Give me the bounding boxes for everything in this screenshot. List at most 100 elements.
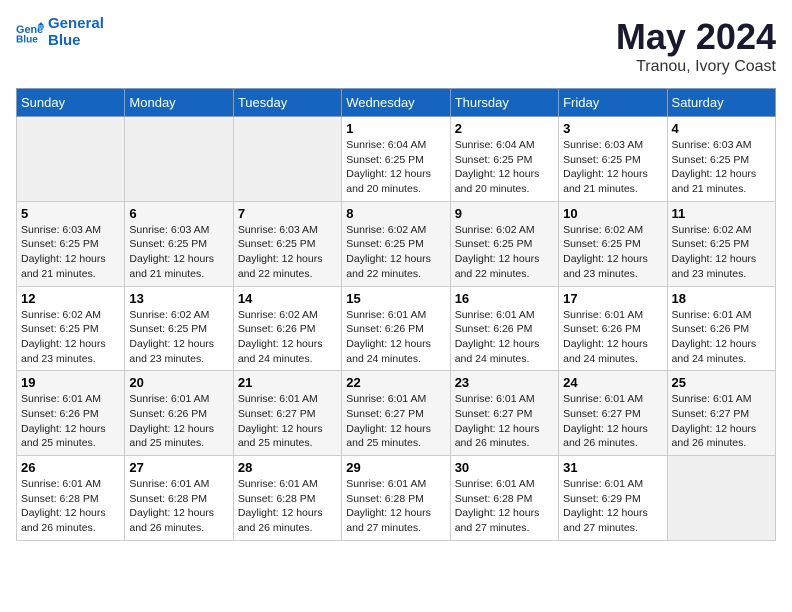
- table-row: 21 Sunrise: 6:01 AMSunset: 6:27 PMDayligh…: [233, 371, 341, 456]
- day-info: Sunrise: 6:03 AMSunset: 6:25 PMDaylight:…: [238, 223, 337, 282]
- table-row: 26 Sunrise: 6:01 AMSunset: 6:28 PMDayligh…: [17, 456, 125, 541]
- day-number: 8: [346, 206, 445, 221]
- day-info: Sunrise: 6:04 AMSunset: 6:25 PMDaylight:…: [346, 138, 445, 197]
- day-info: Sunrise: 6:03 AMSunset: 6:25 PMDaylight:…: [21, 223, 120, 282]
- day-number: 12: [21, 291, 120, 306]
- day-number: 19: [21, 375, 120, 390]
- header-friday: Friday: [559, 89, 667, 117]
- day-info: Sunrise: 6:01 AMSunset: 6:29 PMDaylight:…: [563, 477, 662, 536]
- day-info: Sunrise: 6:01 AMSunset: 6:26 PMDaylight:…: [346, 308, 445, 367]
- header-sunday: Sunday: [17, 89, 125, 117]
- day-number: 9: [455, 206, 554, 221]
- day-number: 23: [455, 375, 554, 390]
- table-row: 25Sunrise: 6:01 AMSunset: 6:27 PMDayligh…: [667, 371, 775, 456]
- day-number: 21: [238, 375, 337, 390]
- page-header: General Blue General Blue May 2024 Trano…: [16, 16, 776, 76]
- day-number: 15: [346, 291, 445, 306]
- day-number: 10: [563, 206, 662, 221]
- day-number: 2: [455, 121, 554, 136]
- day-info: Sunrise: 6:02 AMSunset: 6:25 PMDaylight:…: [21, 308, 120, 367]
- table-row: 11 Sunrise: 6:02 AMSunset: 6:25 PMDayligh…: [667, 201, 775, 286]
- day-info: Sunrise: 6:02 AMSunset: 6:25 PMDaylight:…: [672, 223, 771, 282]
- day-number: 26: [21, 460, 120, 475]
- day-info: Sunrise: 6:01 AMSunset: 6:26 PMDaylight:…: [672, 308, 771, 367]
- day-number: 3: [563, 121, 662, 136]
- day-info: Sunrise: 6:03 AMSunset: 6:25 PMDaylight:…: [672, 138, 771, 197]
- day-info: Sunrise: 6:01 AMSunset: 6:27 PMDaylight:…: [455, 392, 554, 451]
- day-info: Sunrise: 6:03 AMSunset: 6:25 PMDaylight:…: [563, 138, 662, 197]
- table-row: 7Sunrise: 6:03 AMSunset: 6:25 PMDaylight…: [233, 201, 341, 286]
- table-row: 4 Sunrise: 6:03 AMSunset: 6:25 PMDaylight…: [667, 117, 775, 202]
- table-row: 28 Sunrise: 6:01 AMSunset: 6:28 PMDayligh…: [233, 456, 341, 541]
- day-info: Sunrise: 6:01 AMSunset: 6:26 PMDaylight:…: [21, 392, 120, 451]
- day-number: 4: [672, 121, 771, 136]
- day-number: 24: [563, 375, 662, 390]
- week-row-4: 19 Sunrise: 6:01 AMSunset: 6:26 PMDayligh…: [17, 371, 776, 456]
- table-row: 24Sunrise: 6:01 AMSunset: 6:27 PMDayligh…: [559, 371, 667, 456]
- table-row: 18 Sunrise: 6:01 AMSunset: 6:26 PMDayligh…: [667, 286, 775, 371]
- table-row: 1 Sunrise: 6:04 AMSunset: 6:25 PMDaylight…: [342, 117, 450, 202]
- table-row: 27Sunrise: 6:01 AMSunset: 6:28 PMDayligh…: [125, 456, 233, 541]
- logo: General Blue General Blue: [16, 16, 104, 49]
- day-number: 16: [455, 291, 554, 306]
- table-row: 22 Sunrise: 6:01 AMSunset: 6:27 PMDayligh…: [342, 371, 450, 456]
- day-info: Sunrise: 6:02 AMSunset: 6:25 PMDaylight:…: [346, 223, 445, 282]
- svg-text:Blue: Blue: [16, 34, 38, 44]
- day-number: 6: [129, 206, 228, 221]
- table-row: 19 Sunrise: 6:01 AMSunset: 6:26 PMDayligh…: [17, 371, 125, 456]
- day-info: Sunrise: 6:02 AMSunset: 6:25 PMDaylight:…: [129, 308, 228, 367]
- logo-icon: General Blue: [16, 22, 44, 44]
- day-info: Sunrise: 6:01 AMSunset: 6:28 PMDaylight:…: [21, 477, 120, 536]
- day-info: Sunrise: 6:01 AMSunset: 6:27 PMDaylight:…: [672, 392, 771, 451]
- day-number: 5: [21, 206, 120, 221]
- day-number: 18: [672, 291, 771, 306]
- day-number: 20: [129, 375, 228, 390]
- day-info: Sunrise: 6:01 AMSunset: 6:26 PMDaylight:…: [563, 308, 662, 367]
- table-row: 16 Sunrise: 6:01 AMSunset: 6:26 PMDayligh…: [450, 286, 558, 371]
- header-monday: Monday: [125, 89, 233, 117]
- day-info: Sunrise: 6:01 AMSunset: 6:27 PMDaylight:…: [346, 392, 445, 451]
- calendar-table: Sunday Monday Tuesday Wednesday Thursday…: [16, 88, 776, 541]
- table-row: 9 Sunrise: 6:02 AMSunset: 6:25 PMDaylight…: [450, 201, 558, 286]
- header-tuesday: Tuesday: [233, 89, 341, 117]
- header-thursday: Thursday: [450, 89, 558, 117]
- logo-line1: General: [48, 15, 104, 32]
- table-row: 13 Sunrise: 6:02 AMSunset: 6:25 PMDayligh…: [125, 286, 233, 371]
- week-row-5: 26 Sunrise: 6:01 AMSunset: 6:28 PMDayligh…: [17, 456, 776, 541]
- day-info: Sunrise: 6:01 AMSunset: 6:28 PMDaylight:…: [238, 477, 337, 536]
- day-number: 14: [238, 291, 337, 306]
- day-number: 17: [563, 291, 662, 306]
- day-info: Sunrise: 6:02 AMSunset: 6:25 PMDaylight:…: [455, 223, 554, 282]
- table-row: 29Sunrise: 6:01 AMSunset: 6:28 PMDayligh…: [342, 456, 450, 541]
- table-row: 12 Sunrise: 6:02 AMSunset: 6:25 PMDayligh…: [17, 286, 125, 371]
- day-info: Sunrise: 6:01 AMSunset: 6:28 PMDaylight:…: [455, 477, 554, 536]
- week-row-2: 5 Sunrise: 6:03 AMSunset: 6:25 PMDaylight…: [17, 201, 776, 286]
- day-info: Sunrise: 6:01 AMSunset: 6:26 PMDaylight:…: [129, 392, 228, 451]
- day-info: Sunrise: 6:01 AMSunset: 6:28 PMDaylight:…: [346, 477, 445, 536]
- table-row: 2Sunrise: 6:04 AMSunset: 6:25 PMDaylight…: [450, 117, 558, 202]
- day-number: 22: [346, 375, 445, 390]
- table-row: [233, 117, 341, 202]
- calendar-subtitle: Tranou, Ivory Coast: [616, 58, 776, 76]
- calendar-title: May 2024: [616, 16, 776, 58]
- day-info: Sunrise: 6:02 AMSunset: 6:25 PMDaylight:…: [563, 223, 662, 282]
- day-number: 28: [238, 460, 337, 475]
- day-info: Sunrise: 6:01 AMSunset: 6:28 PMDaylight:…: [129, 477, 228, 536]
- header-saturday: Saturday: [667, 89, 775, 117]
- table-row: [125, 117, 233, 202]
- table-row: 20 Sunrise: 6:01 AMSunset: 6:26 PMDayligh…: [125, 371, 233, 456]
- day-info: Sunrise: 6:01 AMSunset: 6:26 PMDaylight:…: [455, 308, 554, 367]
- table-row: 15 Sunrise: 6:01 AMSunset: 6:26 PMDayligh…: [342, 286, 450, 371]
- table-row: 30Sunrise: 6:01 AMSunset: 6:28 PMDayligh…: [450, 456, 558, 541]
- header-wednesday: Wednesday: [342, 89, 450, 117]
- day-number: 1: [346, 121, 445, 136]
- table-row: 3 Sunrise: 6:03 AMSunset: 6:25 PMDaylight…: [559, 117, 667, 202]
- day-number: 13: [129, 291, 228, 306]
- week-row-1: 1 Sunrise: 6:04 AMSunset: 6:25 PMDaylight…: [17, 117, 776, 202]
- day-info: Sunrise: 6:03 AMSunset: 6:25 PMDaylight:…: [129, 223, 228, 282]
- day-info: Sunrise: 6:01 AMSunset: 6:27 PMDaylight:…: [238, 392, 337, 451]
- day-number: 11: [672, 206, 771, 221]
- day-number: 31: [563, 460, 662, 475]
- table-row: 10 Sunrise: 6:02 AMSunset: 6:25 PMDayligh…: [559, 201, 667, 286]
- table-row: [667, 456, 775, 541]
